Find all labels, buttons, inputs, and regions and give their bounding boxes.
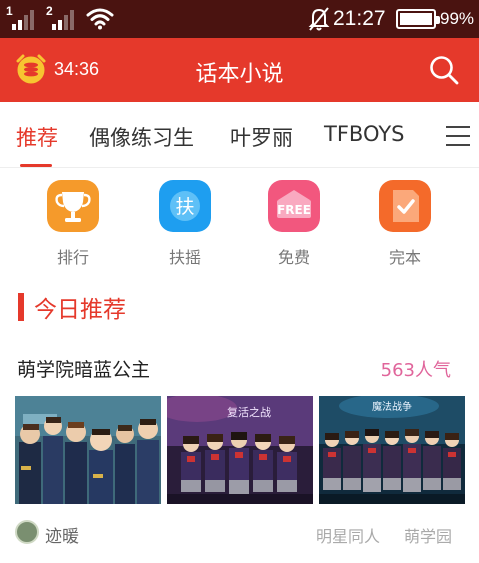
book-cover-image[interactable]: 魔法战争 — [319, 396, 465, 504]
book-popularity: 563人气 — [380, 360, 451, 381]
quick-link-label: 排行 — [56, 248, 89, 267]
menu-icon[interactable] — [446, 126, 470, 146]
quick-link-label: 免费 — [277, 248, 310, 267]
section-header: 今日推荐 — [18, 292, 126, 323]
quick-link-ranking[interactable]: 排行 — [38, 180, 108, 268]
book-tag[interactable]: 萌学园 — [404, 523, 452, 547]
fuyao-glyph: 扶 — [175, 196, 194, 218]
search-icon[interactable] — [428, 54, 460, 86]
tab-recommend[interactable]: 推荐 — [16, 122, 58, 152]
free-icon: FREE — [268, 180, 320, 232]
section-accent-bar — [18, 293, 24, 321]
quick-link-label: 完本 — [388, 248, 421, 267]
quick-links: 排行 扶 扶摇 FREE 免费 完本 — [0, 176, 479, 268]
quick-link-fuyao[interactable]: 扶 扶摇 — [150, 180, 220, 268]
battery-icon — [396, 9, 440, 29]
cover-banner: 复活之战 — [227, 405, 271, 419]
author-name[interactable]: 迹暖 — [45, 522, 79, 547]
tab-idol-producer[interactable]: 偶像练习生 — [89, 122, 194, 152]
fuyao-icon: 扶 — [159, 180, 211, 232]
status-bar: 1 2 21:27 99% — [0, 0, 479, 38]
active-tab-indicator — [20, 164, 52, 167]
quick-link-label: 扶摇 — [168, 248, 201, 267]
silent-mode-icon — [308, 7, 330, 31]
book-tag[interactable]: 明星同人 — [316, 523, 380, 547]
status-time: 21:27 — [333, 7, 386, 30]
cover-banner: 魔法战争 — [372, 400, 412, 413]
tab-tfboys[interactable]: TFBOYS — [324, 122, 404, 146]
quick-link-free[interactable]: FREE 免费 — [259, 180, 329, 268]
tab-ye-luo-li[interactable]: 叶罗丽 — [230, 122, 293, 152]
app-title: 话本小说 — [195, 62, 284, 87]
book-cover-image[interactable]: 复活之战 — [167, 396, 313, 504]
category-tabs: 推荐 偶像练习生 叶罗丽 TFBOYS — [0, 102, 479, 168]
section-title: 今日推荐 — [34, 297, 126, 323]
sim2-signal-icon: 2 — [46, 4, 74, 30]
sim1-signal-icon: 1 — [6, 4, 34, 30]
battery-percent: 99% — [440, 9, 475, 28]
quick-link-complete[interactable]: 完本 — [370, 180, 440, 268]
complete-icon — [379, 180, 431, 232]
free-glyph: FREE — [277, 203, 311, 217]
wifi-icon — [86, 8, 114, 30]
trophy-icon — [47, 180, 99, 232]
book-title[interactable]: 萌学院暗蓝公主 — [17, 355, 150, 382]
app-header: 34:36 话本小说 — [0, 38, 479, 102]
author-avatar[interactable] — [15, 520, 39, 544]
book-cover-image[interactable] — [15, 396, 161, 504]
